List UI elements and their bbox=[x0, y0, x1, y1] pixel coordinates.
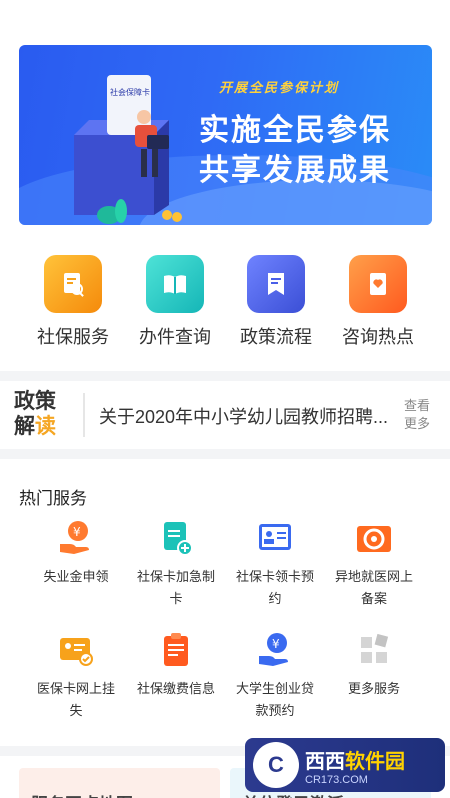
id-card-icon bbox=[255, 518, 295, 558]
hot-item-remote-medical[interactable]: 异地就医网上备案 bbox=[324, 518, 424, 610]
quick-services: 社保服务 办件查询 政策流程 咨询热点 bbox=[0, 255, 450, 355]
hot-item-card-loss[interactable]: 医保卡网上挂失 bbox=[26, 630, 126, 722]
book-icon bbox=[146, 255, 204, 313]
policy-badge-line1: 政策 bbox=[14, 390, 56, 413]
quick-item-social-service[interactable]: 社保服务 bbox=[23, 255, 123, 349]
service-map-card[interactable]: 服务网点地图 bbox=[19, 768, 220, 798]
site-watermark: C 西西软件园 CR173.COM bbox=[245, 738, 445, 792]
section-divider bbox=[0, 371, 450, 381]
watermark-main-a: 西西 bbox=[305, 750, 345, 773]
hot-item-card-appointment[interactable]: 社保卡领卡预约 bbox=[225, 518, 325, 610]
quick-item-label: 社保服务 bbox=[37, 327, 109, 347]
view-more-line1: 查看 bbox=[404, 398, 431, 413]
banner-plan-text: 开展全民参保计划 bbox=[219, 80, 340, 95]
hot-services-title: 热门服务 bbox=[19, 489, 87, 508]
quick-item-hot-consult[interactable]: 咨询热点 bbox=[328, 255, 428, 349]
hot-item-urgent-card[interactable]: 社保卡加急制卡 bbox=[126, 518, 226, 610]
hot-item-label: 医保卡网上挂失 bbox=[36, 681, 115, 718]
quick-item-label: 办件查询 bbox=[139, 327, 211, 347]
grid-icon bbox=[354, 630, 394, 670]
policy-badge-highlight: 读 bbox=[35, 415, 56, 438]
watermark-main-b: 软件园 bbox=[345, 750, 405, 773]
banner-illustration: 社会保障卡 bbox=[74, 75, 182, 224]
hot-item-payment-info[interactable]: 社保缴费信息 bbox=[126, 630, 226, 700]
vertical-divider bbox=[83, 393, 85, 437]
hot-item-student-loan[interactable]: ¥ 大学生创业贷款预约 bbox=[225, 630, 325, 722]
hot-item-more[interactable]: 更多服务 bbox=[324, 630, 424, 700]
section-divider bbox=[0, 449, 450, 459]
banner-headline-2: 共享发展成果 bbox=[199, 153, 391, 188]
heart-doc-icon bbox=[349, 255, 407, 313]
quick-item-label: 咨询热点 bbox=[342, 327, 414, 347]
svg-text:社会保障卡: 社会保障卡 bbox=[110, 87, 150, 97]
promo-banner[interactable]: 社会保障卡 开展全民参保计划 实施全民参保 共享发展成果 bbox=[19, 45, 432, 225]
card-check-icon bbox=[56, 630, 96, 670]
hot-item-label: 社保卡加急制卡 bbox=[136, 569, 215, 606]
hot-item-label: 社保缴费信息 bbox=[136, 681, 215, 696]
hot-item-label: 大学生创业贷款预约 bbox=[235, 681, 314, 718]
hot-item-label: 异地就医网上备案 bbox=[334, 569, 413, 606]
watermark-logo: C bbox=[253, 742, 299, 788]
watermark-main: 西西软件园 bbox=[305, 745, 405, 774]
quick-item-label: 政策流程 bbox=[240, 327, 312, 347]
policy-news-link[interactable]: 关于2020年中小学幼儿园教师招聘... bbox=[99, 403, 395, 429]
hot-item-label: 更多服务 bbox=[347, 681, 400, 696]
hand-yuan-icon: ¥ bbox=[56, 518, 96, 558]
hot-item-label: 社保卡领卡预约 bbox=[235, 569, 314, 606]
svg-text:¥: ¥ bbox=[272, 637, 280, 651]
banner-headline-1: 实施全民参保 bbox=[199, 113, 391, 148]
view-more-link[interactable]: 查看 更多 bbox=[404, 397, 438, 433]
card-plus-icon bbox=[156, 518, 196, 558]
watermark-sub: CR173.COM bbox=[305, 773, 368, 786]
clipboard-icon bbox=[156, 630, 196, 670]
quick-item-query[interactable]: 办件查询 bbox=[125, 255, 225, 349]
quick-item-policy-flow[interactable]: 政策流程 bbox=[226, 255, 326, 349]
watermark-text: 西西软件园 CR173.COM bbox=[305, 745, 405, 786]
policy-interpretation[interactable]: 政策 解读 关于2020年中小学幼儿园教师招聘... 查看 更多 bbox=[0, 381, 450, 449]
hot-item-label: 失业金申领 bbox=[43, 569, 109, 584]
document-search-icon bbox=[44, 255, 102, 313]
policy-badge-line2: 解读 bbox=[14, 414, 66, 439]
hot-item-unemployment[interactable]: ¥ 失业金申领 bbox=[26, 518, 126, 588]
svg-text:¥: ¥ bbox=[73, 525, 81, 539]
policy-badge: 政策 解读 bbox=[14, 389, 66, 439]
view-more-line2: 更多 bbox=[404, 416, 431, 431]
hand-yuan-blue-icon: ¥ bbox=[255, 630, 295, 670]
medical-icon bbox=[354, 518, 394, 558]
policy-badge-char: 解 bbox=[14, 415, 35, 438]
service-map-label: 服务网点地图 bbox=[31, 790, 133, 798]
bookmark-doc-icon bbox=[247, 255, 305, 313]
